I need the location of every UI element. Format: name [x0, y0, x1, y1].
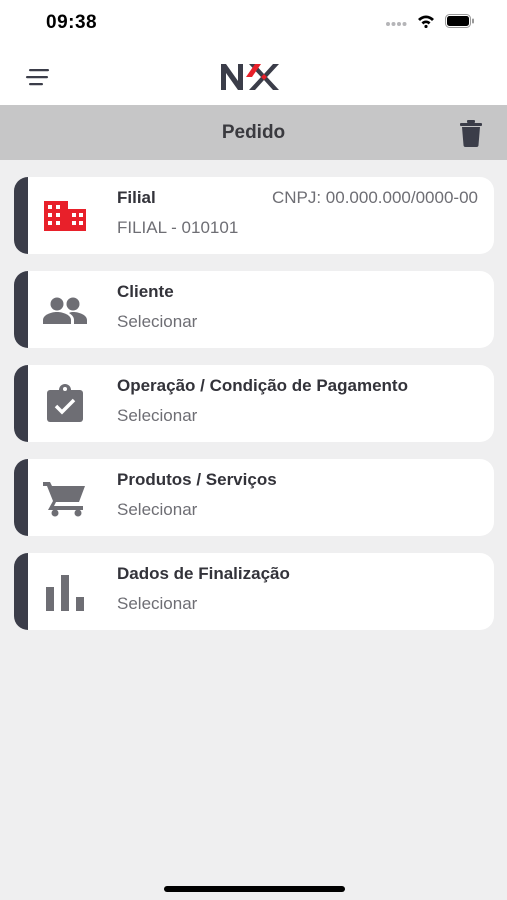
card-subtitle: Selecionar — [117, 406, 198, 425]
nx-logo — [221, 64, 279, 90]
people-icon — [41, 289, 89, 331]
bar-chart-icon — [41, 571, 89, 613]
card-title: Dados de Finalização — [117, 564, 290, 583]
card-subtitle: FILIAL - 010101 — [117, 218, 239, 237]
card-cliente[interactable]: Cliente Selecionar — [14, 271, 494, 348]
status-bar: 09:38 — [0, 0, 507, 50]
home-indicator[interactable] — [164, 886, 345, 892]
cnpj-label: CNPJ: 00.000.000/0000-00 — [271, 188, 478, 207]
status-time: 09:38 — [46, 12, 98, 33]
card-subtitle: Selecionar — [117, 312, 198, 331]
clipboard-check-icon — [41, 383, 89, 425]
app-header — [0, 50, 507, 105]
card-subtitle: Selecionar — [117, 500, 198, 519]
page-title: Pedido — [221, 122, 286, 143]
delete-button[interactable] — [459, 119, 483, 147]
trash-icon — [460, 120, 482, 147]
battery-icon — [445, 14, 474, 28]
card-finalizacao[interactable]: Dados de Finalização Selecionar — [14, 553, 494, 630]
card-title: Cliente — [117, 282, 174, 301]
title-bar: Pedido — [0, 105, 507, 160]
card-filial[interactable]: Filial CNPJ: 00.000.000/0000-00 FILIAL -… — [14, 177, 494, 254]
wifi-icon — [418, 15, 434, 28]
card-operacao[interactable]: Operação / Condição de Pagamento Selecio… — [14, 365, 494, 442]
order-sections: Filial CNPJ: 00.000.000/0000-00 FILIAL -… — [14, 177, 494, 647]
card-title: Produtos / Serviços — [117, 470, 277, 489]
card-title: Filial — [117, 188, 156, 207]
menu-button[interactable] — [24, 66, 54, 88]
signal-icon — [386, 22, 407, 26]
building-icon — [41, 195, 89, 237]
card-title: Operação / Condição de Pagamento — [117, 376, 408, 395]
cart-icon — [41, 477, 89, 519]
card-produtos[interactable]: Produtos / Serviços Selecionar — [14, 459, 494, 536]
menu-icon — [26, 69, 49, 86]
status-icons — [385, 14, 475, 28]
card-subtitle: Selecionar — [117, 594, 198, 613]
